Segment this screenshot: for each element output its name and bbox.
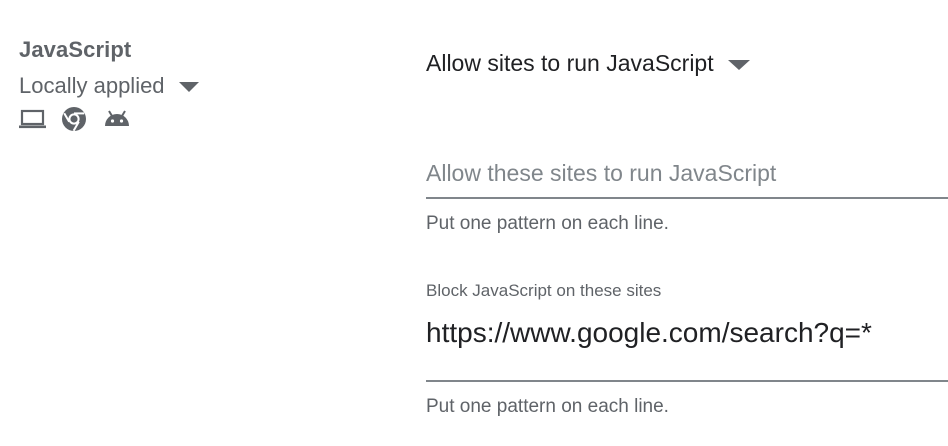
android-icon bbox=[103, 106, 130, 132]
allow-sites-placeholder[interactable]: Allow these sites to run JavaScript bbox=[426, 160, 948, 197]
policy-title: JavaScript bbox=[19, 37, 132, 62]
scope-dropdown[interactable]: Locally applied bbox=[19, 73, 199, 99]
caret-down-icon bbox=[727, 59, 750, 70]
allow-sites-field[interactable]: Allow these sites to run JavaScript bbox=[426, 160, 948, 199]
block-sites-underline bbox=[426, 380, 948, 382]
laptop-icon bbox=[19, 106, 46, 132]
block-sites-label: Block JavaScript on these sites bbox=[426, 281, 662, 300]
block-sites-hint: Put one pattern on each line. bbox=[426, 396, 669, 417]
scope-dropdown-value: Locally applied bbox=[19, 73, 165, 98]
javascript-setting-value: Allow sites to run JavaScript bbox=[426, 50, 714, 76]
block-sites-value[interactable]: https://www.google.com/search?q=* bbox=[426, 317, 948, 380]
allow-sites-hint: Put one pattern on each line. bbox=[426, 213, 669, 234]
block-sites-field[interactable]: Block JavaScript on these sites https://… bbox=[426, 281, 948, 382]
caret-down-icon bbox=[178, 82, 199, 92]
chrome-icon bbox=[61, 106, 88, 132]
javascript-setting-dropdown[interactable]: Allow sites to run JavaScript bbox=[426, 50, 750, 77]
allow-sites-underline bbox=[426, 197, 948, 199]
platform-icons bbox=[19, 106, 145, 132]
